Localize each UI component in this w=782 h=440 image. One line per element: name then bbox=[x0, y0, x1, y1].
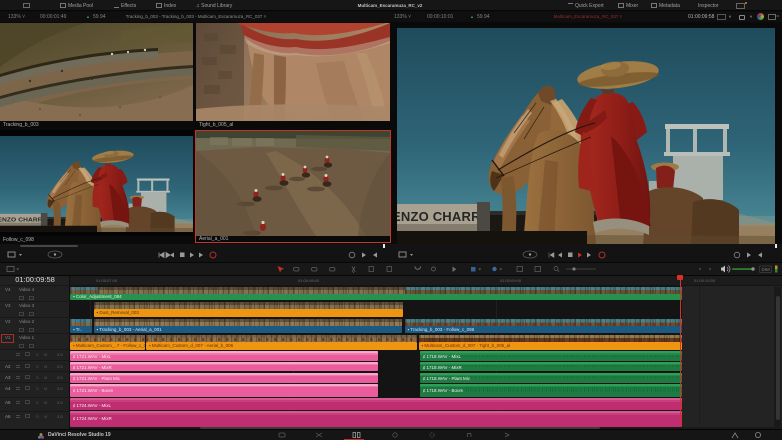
svg-text:ENZO CHARRO: ENZO CHARRO bbox=[0, 217, 48, 223]
svg-text:ENZO CHARRO: ENZO CHARRO bbox=[397, 209, 491, 224]
svg-text:DIM: DIM bbox=[762, 267, 771, 272]
